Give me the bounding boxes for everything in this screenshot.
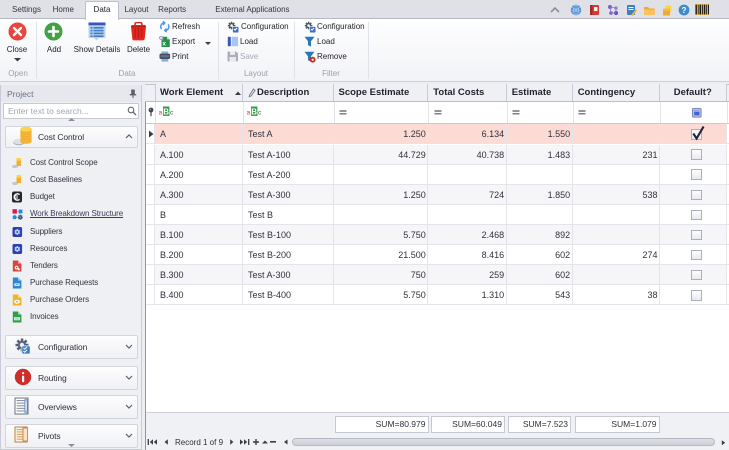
svg-text:x: x (162, 41, 166, 48)
svg-text:B: B (251, 107, 257, 116)
svg-text:a: a (247, 110, 251, 117)
svg-text:c: c (170, 110, 174, 117)
svg-text:?: ? (682, 6, 687, 15)
svg-text:B: B (163, 107, 169, 116)
svg-text:a: a (159, 110, 163, 117)
svg-text:c: c (258, 110, 262, 117)
